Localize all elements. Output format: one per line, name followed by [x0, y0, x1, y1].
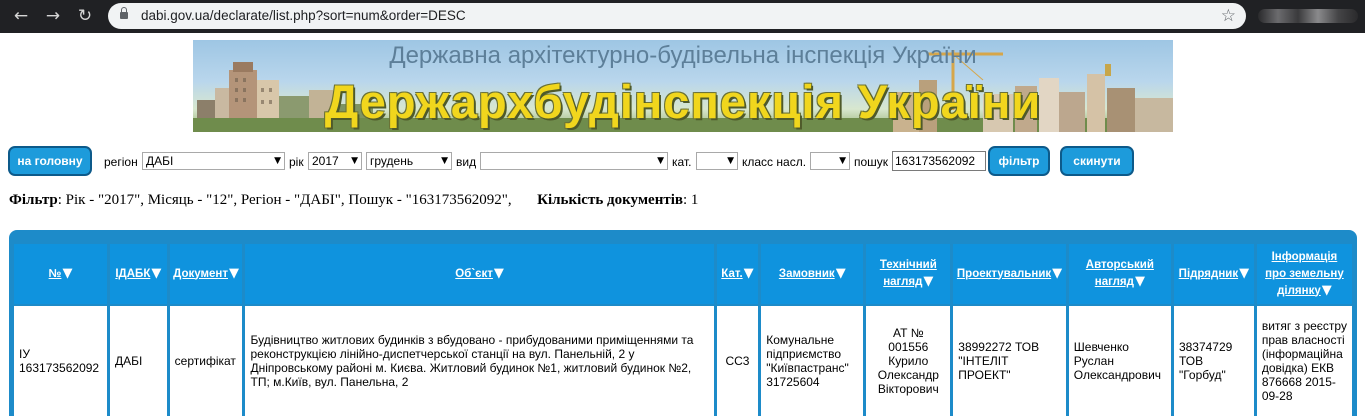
- column-header-idabk[interactable]: ІДАБК▼: [110, 244, 167, 306]
- table-header-row: №▼ ІДАБК▼ Документ▼ Об`єкт▼ Кат.▼ Замовн…: [14, 244, 1352, 306]
- document-count-label: Кількість документів: [537, 192, 683, 208]
- cell-author-supervision: Шевченко Руслан Олександрович: [1068, 306, 1171, 416]
- cell-customer: Комунальне підприємство "Київпастранс" 3…: [761, 306, 864, 416]
- sort-triangle-icon: ▼: [493, 265, 504, 281]
- column-header-customer[interactable]: Замовник▼: [761, 244, 864, 306]
- banner-subtitle: Державна архітектурно-будівельна інспекц…: [389, 42, 977, 69]
- type-select[interactable]: ▼: [480, 152, 668, 170]
- column-header-category[interactable]: Кат.▼: [716, 244, 759, 306]
- chevron-down-icon: ▼: [727, 156, 734, 166]
- reload-icon[interactable]: ↻: [74, 5, 96, 27]
- column-header-designer[interactable]: Проектувальник▼: [953, 244, 1066, 306]
- cell-designer: 38992272 ТОВ "ІНТЕЛІТ ПРОЕКТ": [953, 306, 1066, 416]
- filter-summary-label: Фільтр: [9, 192, 58, 208]
- cell-idabk: ДАБІ: [110, 306, 167, 416]
- home-button[interactable]: на головну: [8, 146, 92, 176]
- region-select[interactable]: ДАБІ ▼: [142, 152, 285, 170]
- cell-technical-supervision: АТ № 001556 Курило Олександр Вікторович: [866, 306, 951, 416]
- column-header-author-supervision[interactable]: Авторський нагляд▼: [1068, 244, 1171, 306]
- search-input[interactable]: 163173562092: [892, 151, 986, 171]
- search-label: пошук: [854, 155, 889, 169]
- lock-icon: [120, 7, 128, 20]
- year-select[interactable]: 2017 ▼: [308, 152, 362, 170]
- sort-triangle-icon: ▼: [923, 274, 934, 289]
- column-header-object[interactable]: Об`єкт▼: [245, 244, 714, 306]
- banner-title: Держархбудінспекція України: [324, 75, 1042, 128]
- sort-triangle-icon: ▼: [229, 265, 239, 281]
- column-header-contractor[interactable]: Підрядник▼: [1173, 244, 1254, 306]
- cell-object: Будівництво житлових будинків з вбудован…: [245, 306, 714, 416]
- class-label: класс насл.: [742, 155, 807, 169]
- document-count-value: : 1: [682, 192, 699, 208]
- sort-triangle-icon: ▼: [743, 265, 754, 281]
- year-label: рік: [289, 155, 304, 169]
- category-label: кат.: [672, 155, 692, 169]
- table-row: ІУ 163173562092 ДАБІ сертифікат Будівниц…: [14, 306, 1352, 416]
- chevron-down-icon: ▼: [351, 156, 358, 166]
- column-header-technical-supervision[interactable]: Технічний нагляд▼: [866, 244, 951, 306]
- cell-category: СС3: [716, 306, 759, 416]
- sort-triangle-icon: ▼: [62, 265, 73, 281]
- cell-land-info: витяг з реєстру прав власності (інформац…: [1256, 306, 1352, 416]
- filter-button[interactable]: фільтр: [988, 146, 1050, 176]
- sort-triangle-icon: ▼: [835, 265, 846, 281]
- declarations-table: №▼ ІДАБК▼ Документ▼ Об`єкт▼ Кат.▼ Замовн…: [9, 244, 1357, 416]
- sort-triangle-icon: ▼: [1052, 265, 1063, 281]
- month-select[interactable]: грудень ▼: [366, 152, 452, 170]
- cell-contractor: 38374729 ТОВ "Горбуд": [1173, 306, 1254, 416]
- filter-summary: Фільтр: Рік - "2017", Місяць - "12", Рег…: [9, 192, 698, 209]
- bookmark-star-icon[interactable]: ☆: [1221, 3, 1236, 29]
- category-select[interactable]: ▼: [696, 152, 738, 170]
- region-label: регіон: [104, 155, 138, 169]
- browser-toolbar: ← → ↻ dabi.gov.ua/declarate/list.php?sor…: [0, 0, 1365, 33]
- url-text[interactable]: dabi.gov.ua/declarate/list.php?sort=num&…: [141, 3, 466, 29]
- class-select[interactable]: ▼: [810, 152, 850, 170]
- sort-triangle-icon: ▼: [151, 265, 162, 281]
- chevron-down-icon: ▼: [274, 156, 281, 166]
- address-bar[interactable]: dabi.gov.ua/declarate/list.php?sort=num&…: [108, 3, 1246, 29]
- column-header-land-info[interactable]: Інформація про земельну ділянку▼: [1256, 244, 1352, 306]
- arrow-right-icon[interactable]: →: [42, 5, 64, 27]
- sort-triangle-icon: ▼: [1134, 274, 1145, 289]
- chevron-down-icon: ▼: [839, 156, 846, 166]
- arrow-left-icon[interactable]: ←: [10, 5, 32, 27]
- cell-number: ІУ 163173562092: [14, 306, 108, 416]
- cell-document: сертифікат: [169, 306, 243, 416]
- sort-triangle-icon: ▼: [1321, 282, 1332, 298]
- site-banner: Державна архітектурно-будівельна інспекц…: [193, 40, 1173, 132]
- type-label: вид: [456, 155, 477, 169]
- column-header-number[interactable]: №▼: [14, 244, 108, 306]
- chevron-down-icon: ▼: [657, 156, 664, 166]
- reset-button[interactable]: скинути: [1060, 146, 1134, 176]
- profile-extensions-area: [1258, 9, 1358, 23]
- column-header-document[interactable]: Документ▼: [169, 244, 243, 306]
- sort-triangle-icon: ▼: [1239, 265, 1250, 281]
- filter-summary-text: : Рік - "2017", Місяць - "12", Регіон - …: [57, 192, 512, 208]
- chevron-down-icon: ▼: [441, 156, 448, 166]
